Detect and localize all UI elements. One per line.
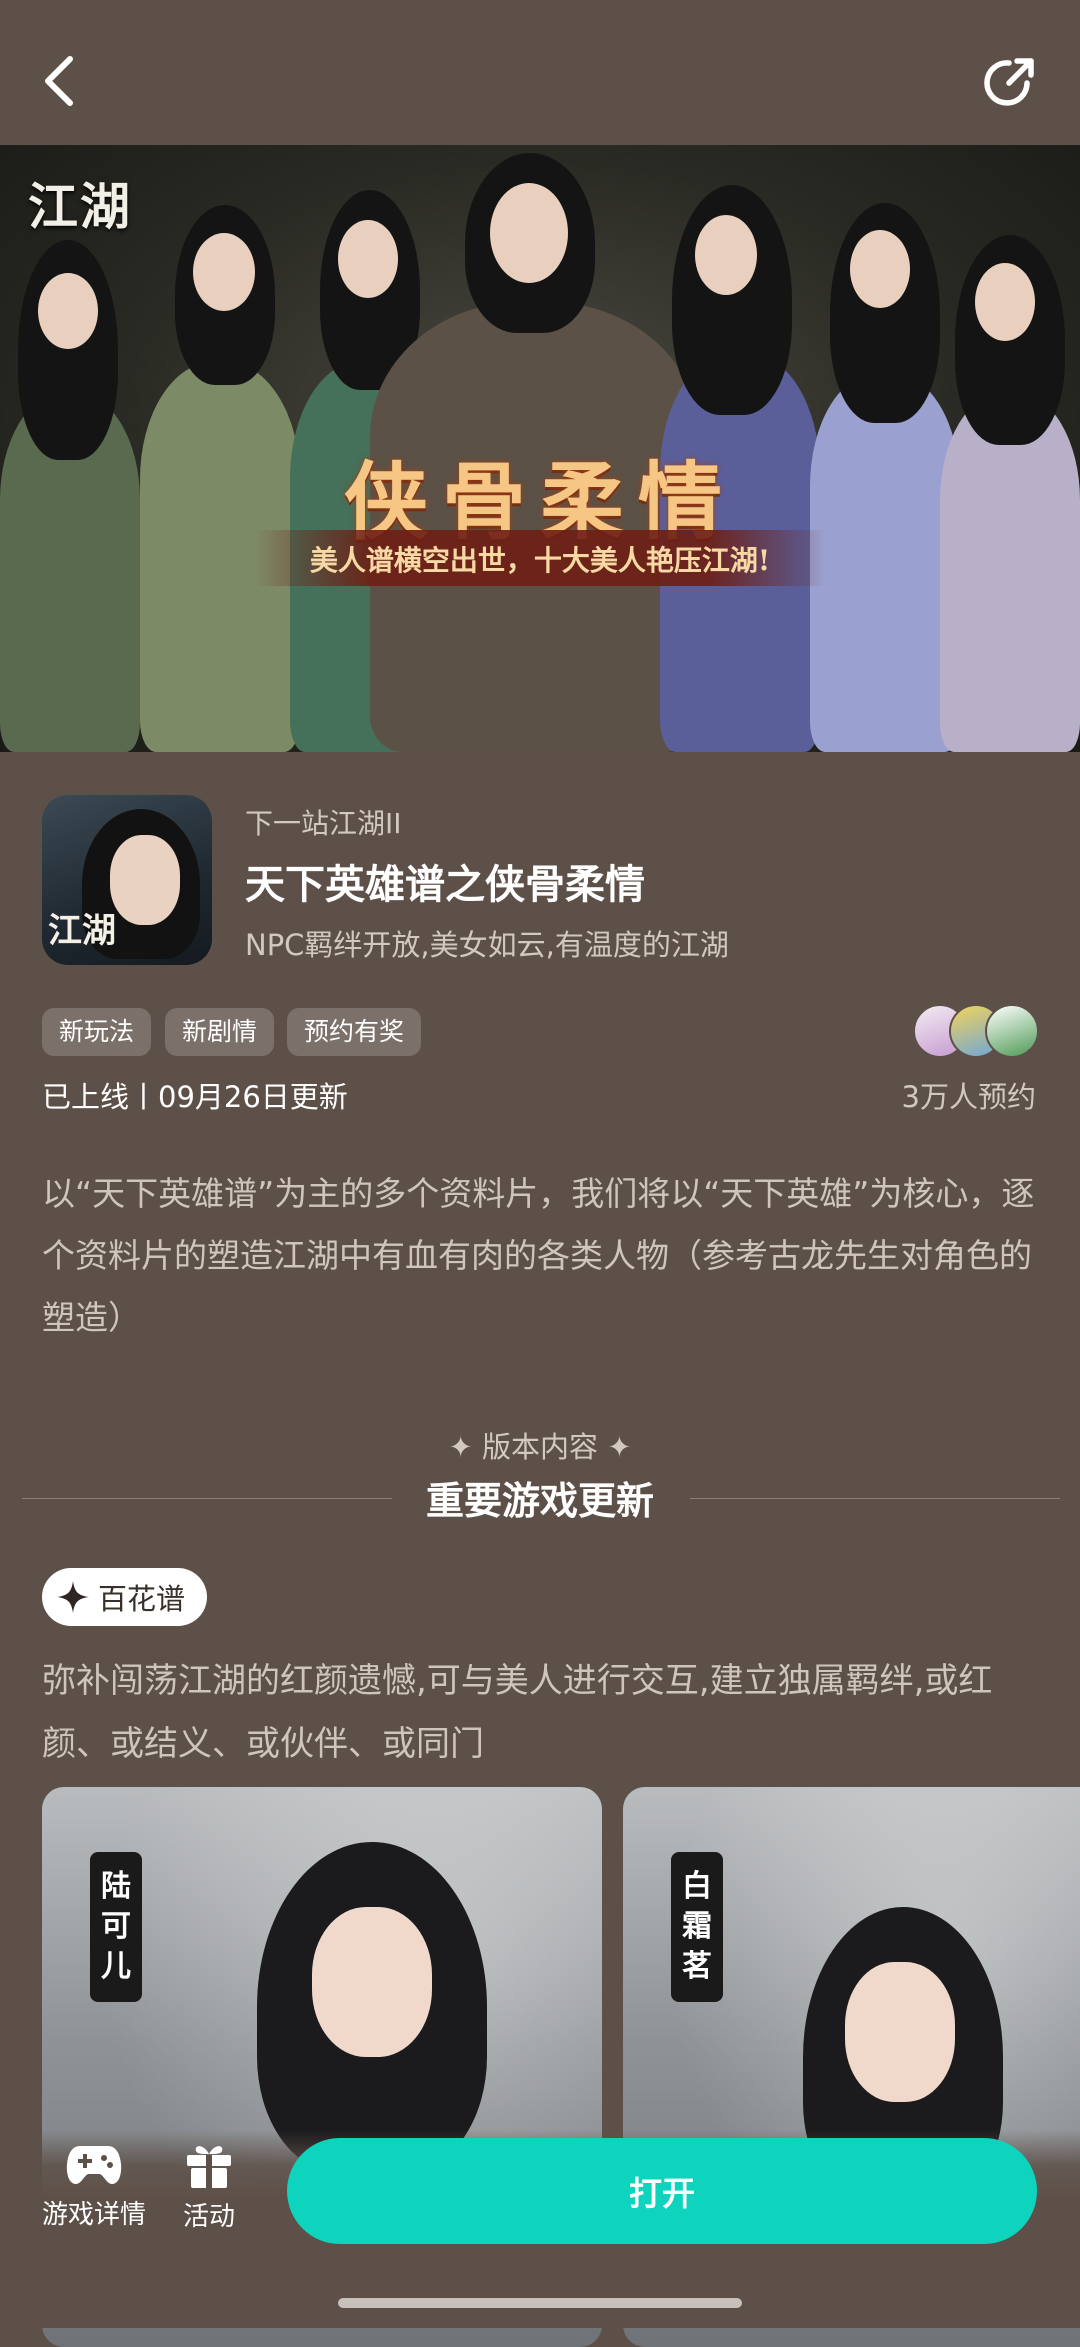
activities-label: 活动 <box>183 2202 236 2232</box>
feature-description: 弥补闯荡江湖的红颜遗憾,可与美人进行交互,建立独属羁绊,或红颜、或结义、或伙伴、… <box>42 1661 993 1764</box>
reserver-avatars <box>913 1004 1039 1058</box>
share-icon <box>984 58 1034 106</box>
hero-banner: 江湖 侠骨柔情 美人谱横空出世，十大美人艳压江湖! <box>0 145 1080 752</box>
gift-icon <box>187 2146 231 2188</box>
banner-figure-face <box>193 233 255 311</box>
banner-subtitle: 美人谱横空出世，十大美人艳压江湖! <box>309 544 771 577</box>
character-name: 陆 可 儿 <box>90 1852 142 2002</box>
app-icon: 江湖 <box>42 795 212 965</box>
chevron-left-icon <box>45 56 73 106</box>
gamepad-icon <box>66 2146 122 2184</box>
feature-pill-label: 百花谱 <box>98 1582 186 1616</box>
game-details-label: 游戏详情 <box>42 2200 147 2230</box>
feature-pill: 百花谱 <box>42 1568 208 1626</box>
tag-reserve-reward: 预约有奖 <box>287 1008 422 1056</box>
app-title: 天下英雄谱之侠骨柔情 <box>245 862 645 908</box>
app-subtitle: 下一站江湖II <box>245 807 402 840</box>
banner-figure-face <box>975 263 1035 341</box>
sparkle-icon <box>57 1581 89 1613</box>
app-description: NPC羁绊开放,美女如云,有温度的江湖 <box>245 928 729 962</box>
banner-figure-face <box>338 220 398 298</box>
app-icon-logo: 江湖 <box>48 911 116 951</box>
avatar <box>985 1004 1039 1058</box>
character-name: 白 霜 茗 <box>671 1852 723 2002</box>
reservation-count: 3万人预约 <box>901 1080 1036 1114</box>
activities-button[interactable]: 活动 <box>183 2140 235 2233</box>
release-status: 已上线丨09月26日更新 <box>42 1080 348 1114</box>
share-button[interactable] <box>978 48 1044 114</box>
open-button[interactable]: 打开 <box>287 2138 1037 2244</box>
tag-new-story: 新剧情 <box>165 1008 275 1056</box>
tag-new-gameplay: 新玩法 <box>42 1008 152 1056</box>
home-indicator[interactable] <box>338 2298 742 2308</box>
banner-figure-face <box>850 230 910 308</box>
section-label: ✦ 版本内容 ✦ <box>448 1430 632 1464</box>
banner-logo: 江湖 <box>28 177 132 236</box>
section-title: 重要游戏更新 <box>425 1479 654 1523</box>
game-details-button[interactable]: 游戏详情 <box>42 2140 146 2231</box>
game-intro: 以“天下英雄谱”为主的多个资料片，我们将以“天下英雄”为核心，逐个资料片的塑造江… <box>42 1174 1035 1337</box>
back-button[interactable] <box>28 48 88 114</box>
banner-figure-face <box>695 215 757 295</box>
banner-figure-face <box>490 183 568 283</box>
banner-figure-face <box>38 273 98 349</box>
top-bar <box>0 0 1080 145</box>
